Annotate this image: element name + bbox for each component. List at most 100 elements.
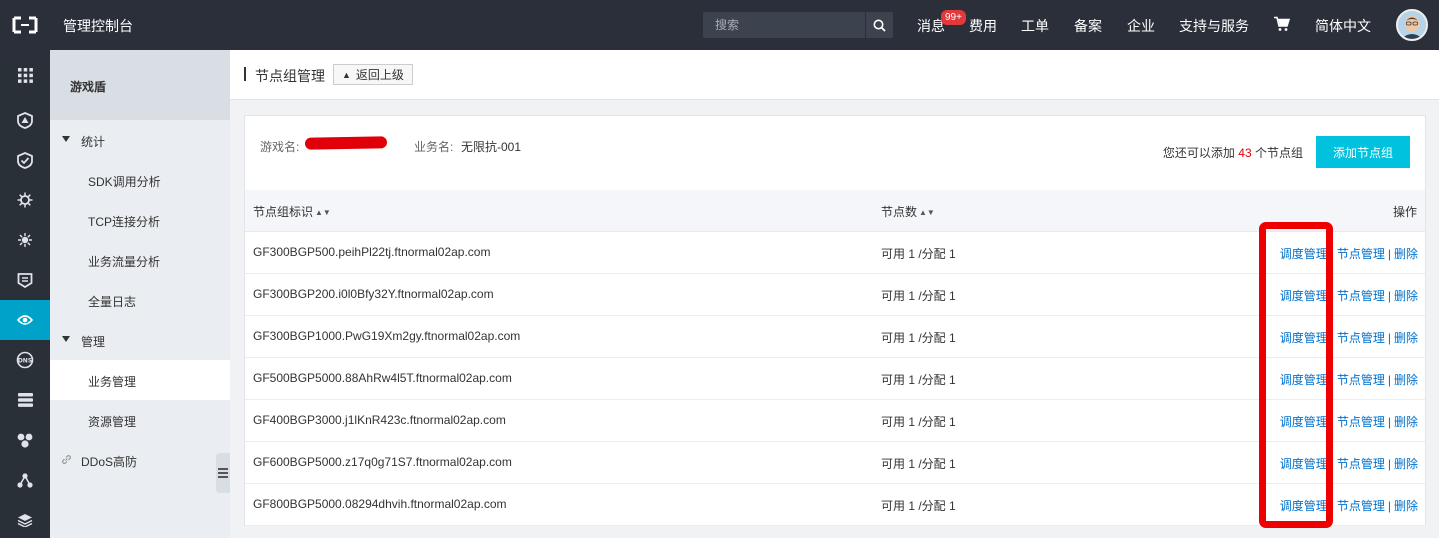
- rail-cluster[interactable]: [0, 420, 50, 460]
- cloud-logo-icon[interactable]: [12, 15, 38, 35]
- node-count: 可用 1 /分配 1: [881, 331, 956, 345]
- node-manage-link[interactable]: 节点管理: [1337, 331, 1385, 345]
- search-icon: [873, 19, 886, 32]
- node-group-id: GF400BGP3000.j1lKnR423c.ftnormal02ap.com: [253, 413, 506, 427]
- sidebar-item-tcp-analysis[interactable]: TCP连接分析: [50, 200, 230, 240]
- business-name-label: 业务名:: [414, 140, 454, 154]
- action-separator: |: [1387, 373, 1391, 387]
- schedule-manage-link[interactable]: 调度管理: [1280, 247, 1328, 261]
- rail-virus[interactable]: [0, 180, 50, 220]
- node-count: 可用 1 /分配 1: [881, 247, 956, 261]
- rail-database[interactable]: [0, 380, 50, 420]
- delete-link[interactable]: 删除: [1394, 499, 1418, 513]
- schedule-manage-link[interactable]: 调度管理: [1280, 499, 1328, 513]
- row-actions: 调度管理 | 节点管理 | 删除: [1280, 371, 1418, 388]
- table-row: GF300BGP500.peihPl22tj.ftnormal02ap.com 可…: [245, 232, 1425, 274]
- action-separator: |: [1330, 415, 1334, 429]
- nav-support[interactable]: 支持与服务: [1179, 16, 1249, 36]
- table-row: GF500BGP5000.88AhRw4l5T.ftnormal02ap.com…: [245, 358, 1425, 400]
- sidebar-item-label: 全量日志: [88, 295, 137, 309]
- node-count: 可用 1 /分配 1: [881, 289, 956, 303]
- cluster-icon: [17, 433, 33, 448]
- action-separator: |: [1330, 457, 1334, 471]
- shield-box-icon: [17, 273, 33, 288]
- nav-language[interactable]: 简体中文: [1315, 16, 1371, 36]
- sidebar-item-sdk-analysis[interactable]: SDK调用分析: [50, 160, 230, 200]
- rail-game-shield[interactable]: [0, 300, 50, 340]
- nav-tickets[interactable]: 工单: [1021, 16, 1049, 36]
- action-separator: |: [1330, 499, 1334, 513]
- sidebar-group-manage[interactable]: 管理: [50, 320, 230, 360]
- rail-shield-warning[interactable]: [0, 100, 50, 140]
- column-header-count[interactable]: 节点数 ▲▼: [881, 203, 935, 220]
- top-bar: 管理控制台 消息 99+ 费用 工单 备案 企业 支持与服务 简体中文: [0, 0, 1439, 50]
- layers-icon: [17, 514, 33, 527]
- schedule-manage-link[interactable]: 调度管理: [1280, 457, 1328, 471]
- user-avatar[interactable]: [1396, 9, 1428, 41]
- sidebar: 游戏盾 统计 SDK调用分析 TCP连接分析 业务流量分析 全量日志 管理 业务…: [50, 50, 230, 538]
- row-actions: 调度管理 | 节点管理 | 删除: [1280, 287, 1418, 304]
- node-manage-link[interactable]: 节点管理: [1337, 247, 1385, 261]
- rail-bug[interactable]: [0, 220, 50, 260]
- nav-fees[interactable]: 费用: [969, 16, 997, 36]
- delete-link[interactable]: 删除: [1394, 415, 1418, 429]
- node-manage-link[interactable]: 节点管理: [1337, 373, 1385, 387]
- grid-icon: [17, 67, 33, 83]
- sort-icon: ▲▼: [315, 208, 331, 217]
- sidebar-group-stats[interactable]: 统计: [50, 120, 230, 160]
- sidebar-item-full-logs[interactable]: 全量日志: [50, 280, 230, 320]
- delete-link[interactable]: 删除: [1394, 457, 1418, 471]
- delete-link[interactable]: 删除: [1394, 373, 1418, 387]
- schedule-manage-link[interactable]: 调度管理: [1280, 289, 1328, 303]
- action-separator: |: [1330, 331, 1334, 345]
- schedule-manage-link[interactable]: 调度管理: [1280, 331, 1328, 345]
- redaction-mark: [304, 136, 388, 150]
- node-group-id: GF300BGP500.peihPl22tj.ftnormal02ap.com: [253, 245, 491, 259]
- node-manage-link[interactable]: 节点管理: [1337, 415, 1385, 429]
- nav-filing[interactable]: 备案: [1074, 16, 1102, 36]
- node-manage-link[interactable]: 节点管理: [1337, 289, 1385, 303]
- rail-dns[interactable]: DNS: [0, 340, 50, 380]
- console-title[interactable]: 管理控制台: [63, 16, 133, 36]
- sidebar-link-ddos[interactable]: DDoS高防: [50, 440, 230, 480]
- link-icon: [62, 455, 71, 464]
- table-row: GF600BGP5000.z17q0g71S7.ftnormal02ap.com…: [245, 442, 1425, 484]
- delete-link[interactable]: 删除: [1394, 331, 1418, 345]
- node-group-id: GF500BGP5000.88AhRw4l5T.ftnormal02ap.com: [253, 371, 512, 385]
- node-manage-link[interactable]: 节点管理: [1337, 499, 1385, 513]
- quota-text: 您还可以添加 43 个节点组: [1163, 144, 1303, 161]
- sidebar-collapse-toggle[interactable]: [216, 453, 230, 493]
- sidebar-item-traffic-analysis[interactable]: 业务流量分析: [50, 240, 230, 280]
- back-button[interactable]: ▲ 返回上级: [333, 64, 413, 85]
- search-button[interactable]: [865, 12, 893, 38]
- delete-link[interactable]: 删除: [1394, 247, 1418, 261]
- schedule-manage-link[interactable]: 调度管理: [1280, 373, 1328, 387]
- svg-text:DNS: DNS: [18, 358, 32, 365]
- rail-shield-check[interactable]: [0, 140, 50, 180]
- action-separator: |: [1387, 415, 1391, 429]
- rail-network[interactable]: [0, 460, 50, 500]
- row-actions: 调度管理 | 节点管理 | 删除: [1280, 413, 1418, 430]
- node-group-id: GF300BGP1000.PwG19Xm2gy.ftnormal02ap.com: [253, 329, 521, 343]
- rail-security-center[interactable]: [0, 260, 50, 300]
- node-count: 可用 1 /分配 1: [881, 373, 956, 387]
- sidebar-product-header: 游戏盾: [50, 50, 230, 120]
- row-actions: 调度管理 | 节点管理 | 删除: [1280, 329, 1418, 346]
- sidebar-item-business-manage[interactable]: 业务管理: [50, 360, 230, 400]
- table-header: 节点组标识 ▲▼ 节点数 ▲▼ 操作: [245, 190, 1425, 232]
- rail-layers[interactable]: [0, 500, 50, 538]
- sidebar-item-label: TCP连接分析: [88, 215, 161, 229]
- add-node-group-button[interactable]: 添加节点组: [1316, 136, 1410, 168]
- column-header-id[interactable]: 节点组标识 ▲▼: [253, 203, 331, 220]
- search-box: [703, 12, 893, 38]
- schedule-manage-link[interactable]: 调度管理: [1280, 415, 1328, 429]
- rail-all-products[interactable]: [0, 55, 50, 95]
- delete-link[interactable]: 删除: [1394, 289, 1418, 303]
- cart-icon[interactable]: [1274, 16, 1290, 32]
- nav-enterprise[interactable]: 企业: [1127, 16, 1155, 36]
- action-separator: |: [1330, 373, 1334, 387]
- node-manage-link[interactable]: 节点管理: [1337, 457, 1385, 471]
- search-input[interactable]: [703, 12, 865, 38]
- sidebar-item-resource-manage[interactable]: 资源管理: [50, 400, 230, 440]
- node-count: 可用 1 /分配 1: [881, 457, 956, 471]
